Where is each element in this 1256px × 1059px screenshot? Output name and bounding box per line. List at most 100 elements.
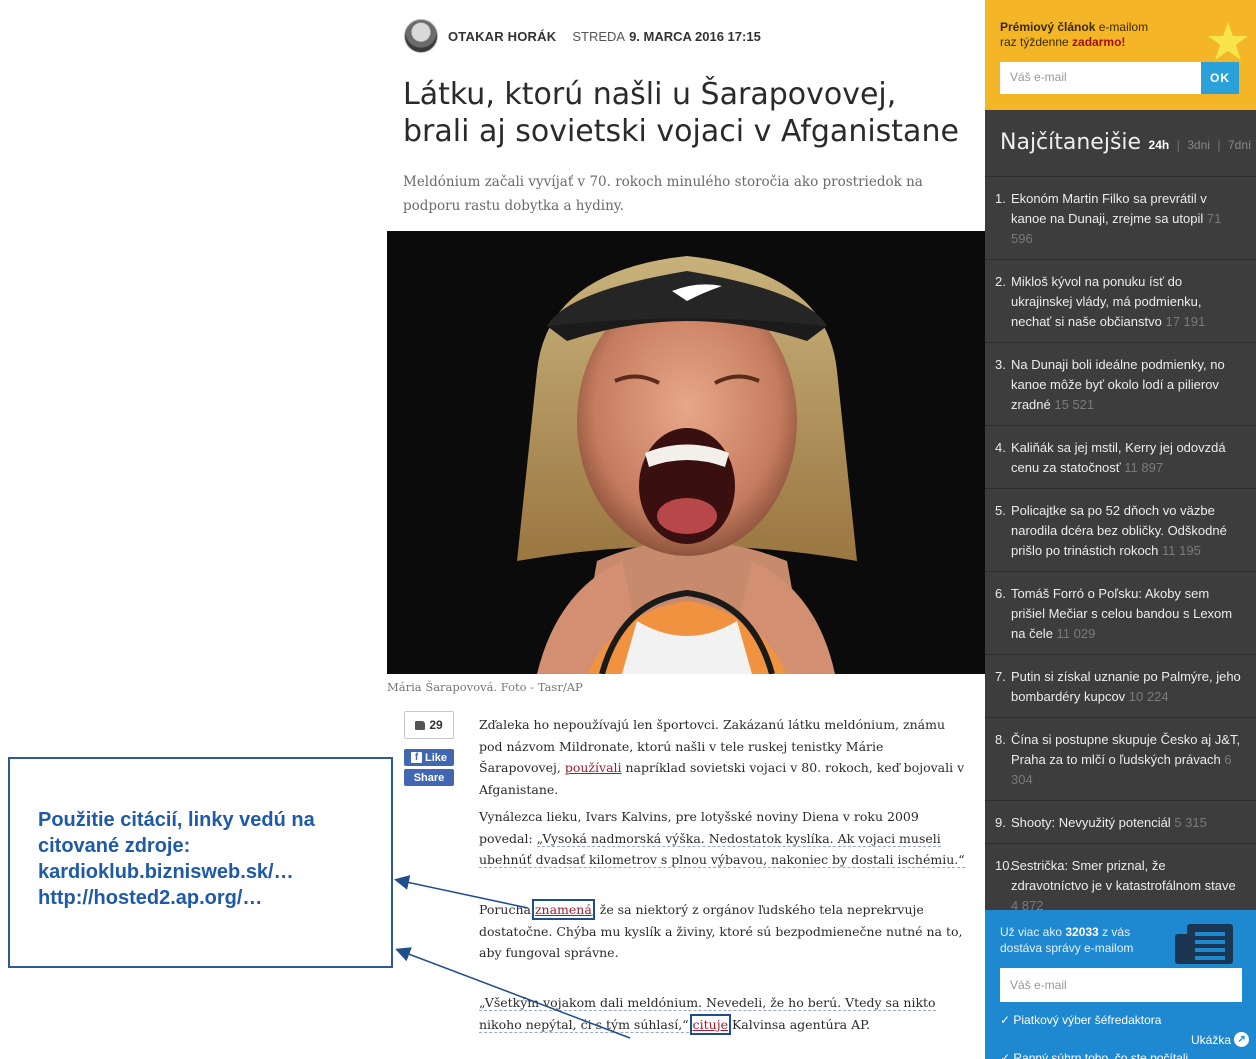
item-title: Čína si postupne skupuje Česko aj J&T, P… — [1011, 732, 1241, 767]
facebook-like-button[interactable]: f Like — [404, 749, 454, 766]
author-name[interactable]: OTAKAR HORÁK — [448, 29, 556, 44]
item-title: Ekonóm Martin Filko sa prevrátil v kanoe… — [1011, 191, 1207, 226]
item-read-count: 11 195 — [1162, 543, 1201, 558]
most-read-list: 1. Ekonóm Martin Filko sa prevrátil v ka… — [985, 176, 1256, 926]
social-buttons: 29 f Like Share — [404, 711, 456, 786]
newsletter-promo: Už viac ako 32033 z vás dostáva správy e… — [985, 910, 1256, 1059]
item-content: Sestrička: Smer priznal, že zdravotníctv… — [1011, 856, 1244, 916]
promo-text: e-mailom — [1095, 20, 1149, 34]
annotation-line: citované zdroje: — [38, 835, 191, 857]
item-read-count: 5 315 — [1174, 815, 1207, 830]
newsletter-text: Už viac ako — [1000, 925, 1066, 939]
item-number: 1. — [995, 191, 1006, 206]
item-number: 10. — [995, 858, 1014, 873]
item-number: 6. — [995, 586, 1006, 601]
facebook-like-label: Like — [424, 751, 447, 764]
paragraph-text: Kalvinsa agentúra AP. — [728, 1016, 870, 1032]
like-count-value: 29 — [429, 718, 443, 732]
right-sidebar: Prémiový článok e-mailom raz týždenne za… — [985, 0, 1256, 1059]
item-number: 3. — [995, 357, 1006, 372]
item-title: Na Dunaji boli ideálne podmienky, no kan… — [1011, 357, 1225, 412]
most-read-header: Najčítanejšie 24h | 3dni | 7dní — [1000, 130, 1251, 155]
promo-free: zadarmo! — [1072, 35, 1126, 49]
item-content: Tomáš Forró o Poľsku: Akoby sem prišiel … — [1011, 584, 1244, 644]
most-read-item[interactable]: 5. Policajtke sa po 52 dňoch vo väzbe na… — [985, 488, 1256, 571]
sample-link[interactable]: Ukážka ↗ — [1191, 1032, 1250, 1047]
item-content: Čína si postupne skupuje Česko aj J&T, P… — [1011, 730, 1244, 790]
source-link-znamena[interactable]: znamená — [531, 899, 595, 920]
article-lead: Meldónium začali vyvíjať v 70. rokoch mi… — [403, 174, 923, 214]
tab-7dni[interactable]: 7dní — [1228, 138, 1251, 152]
item-content: Shooty: Nevyužitý potenciál 5 315 — [1011, 813, 1207, 833]
promo-text: raz týždenne — [1000, 35, 1073, 49]
item-content: Ekonóm Martin Filko sa prevrátil v kanoe… — [1011, 189, 1244, 249]
item-number: 9. — [995, 815, 1006, 830]
item-content: Policajtke sa po 52 dňoch vo väzbe narod… — [1011, 501, 1244, 561]
promo-bold: Prémiový článok — [1000, 20, 1096, 34]
most-read-item[interactable]: 1. Ekonóm Martin Filko sa prevrátil v ka… — [985, 176, 1256, 259]
thumbs-up-icon — [415, 720, 426, 730]
newsletter-option[interactable]: ✓ Piatkový výber šéfredaktora — [1000, 1013, 1161, 1027]
source-link-pouzivali[interactable]: používali — [565, 760, 622, 775]
item-read-count: 11 029 — [1056, 626, 1096, 641]
external-link-icon: ↗ — [1234, 1032, 1250, 1047]
item-title: Putin si získal uznanie po Palmýre, jeho… — [1011, 669, 1241, 704]
item-number: 4. — [995, 440, 1006, 455]
article-paragraph: „Všetkým vojakom dali meldónium. Nevedel… — [479, 992, 969, 1035]
tab-24h[interactable]: 24h — [1149, 138, 1170, 152]
source-link-cituje[interactable]: cituje — [689, 1013, 732, 1035]
facebook-share-button[interactable]: Share — [404, 769, 454, 786]
item-number: 5. — [995, 503, 1006, 518]
promo-email-input[interactable]: Váš e-mail — [1000, 62, 1201, 94]
item-number: 2. — [995, 274, 1006, 289]
newsletter-option[interactable]: ✓ Ranný súhrn toho, čo ste počítali — [1000, 1051, 1188, 1059]
item-content: Mikloš kývol na ponuku ísť do ukrajinske… — [1011, 272, 1244, 332]
item-read-count: 15 521 — [1054, 397, 1095, 412]
star-icon — [1208, 22, 1248, 60]
item-content: Na Dunaji boli ideálne podmienky, no kan… — [1011, 355, 1244, 415]
sample-label: Ukážka — [1191, 1032, 1232, 1047]
byline: OTAKAR HORÁK STREDA 9. MARCA 2016 17:15 — [404, 18, 761, 54]
item-read-count: 10 224 — [1128, 689, 1169, 704]
most-read-title: Najčítanejšie — [1000, 130, 1142, 155]
item-title: Sestrička: Smer priznal, že zdravotníctv… — [1011, 858, 1236, 893]
annotation-callout: Použitie citácií, linky vedú na citované… — [8, 757, 393, 968]
newspaper-icon — [1175, 924, 1233, 964]
most-read-item[interactable]: 8. Čína si postupne skupuje Česko aj J&T… — [985, 717, 1256, 800]
item-read-count: 17 191 — [1165, 314, 1206, 329]
author-avatar[interactable] — [404, 19, 438, 53]
like-count[interactable]: 29 — [404, 711, 454, 739]
newsletter-email-input[interactable]: Váš e-mail — [1000, 968, 1242, 1002]
tab-separator: | — [1176, 138, 1180, 152]
publish-day: STREDA — [572, 28, 626, 44]
annotation-line: Použitie citácií, linky vedú na — [38, 809, 315, 831]
most-read-item[interactable]: 2. Mikloš kývol na ponuku ísť do ukrajin… — [985, 259, 1256, 342]
item-title: Tomáš Forró o Poľsku: Akoby sem prišiel … — [1011, 586, 1233, 641]
article-photo[interactable] — [387, 231, 985, 674]
annotation-line: kardioklub.biznisweb.sk/… — [38, 861, 294, 883]
item-number: 8. — [995, 732, 1006, 747]
promo-ok-button[interactable]: OK — [1201, 62, 1239, 94]
item-read-count: 11 897 — [1124, 460, 1164, 475]
publish-date: 9. MARCA 2016 17:15 — [629, 28, 761, 44]
most-read-item[interactable]: 7. Putin si získal uznanie po Palmýre, j… — [985, 654, 1256, 717]
most-read-item[interactable]: 6. Tomáš Forró o Poľsku: Akoby sem priši… — [985, 571, 1256, 654]
quote-text: „Vysoká nadmorská výška. Nedostatok kysl… — [479, 830, 965, 868]
facebook-icon: f — [410, 752, 422, 763]
item-content: Putin si získal uznanie po Palmýre, jeho… — [1011, 667, 1244, 707]
most-read-item[interactable]: 3. Na Dunaji boli ideálne podmienky, no … — [985, 342, 1256, 425]
tab-separator: | — [1217, 138, 1221, 152]
article-paragraph: Vynálezca lieku, Ivars Kalvins, pre loty… — [479, 806, 969, 871]
article-headline: Látku, ktorú našli u Šarapovovej, brali … — [403, 77, 959, 149]
photo-caption: Mária Šarapovová. Foto - Tasr/AP — [387, 680, 583, 694]
item-number: 7. — [995, 669, 1006, 684]
tab-3dni[interactable]: 3dni — [1187, 138, 1210, 152]
newsletter-text: z vás — [1098, 925, 1131, 939]
article-paragraph: Zďaleka ho nepoužívajú len športovci. Za… — [479, 714, 969, 800]
tennis-player-photo — [387, 231, 985, 674]
item-title: Shooty: Nevyužitý potenciál — [1011, 815, 1171, 830]
most-read-item[interactable]: 9. Shooty: Nevyužitý potenciál 5 315 — [985, 800, 1256, 843]
item-content: Kaliňák sa jej mstil, Kerry jej odovzdá … — [1011, 438, 1244, 478]
most-read-item[interactable]: 4. Kaliňák sa jej mstil, Kerry jej odovz… — [985, 425, 1256, 488]
item-title: Kaliňák sa jej mstil, Kerry jej odovzdá … — [1011, 440, 1226, 475]
